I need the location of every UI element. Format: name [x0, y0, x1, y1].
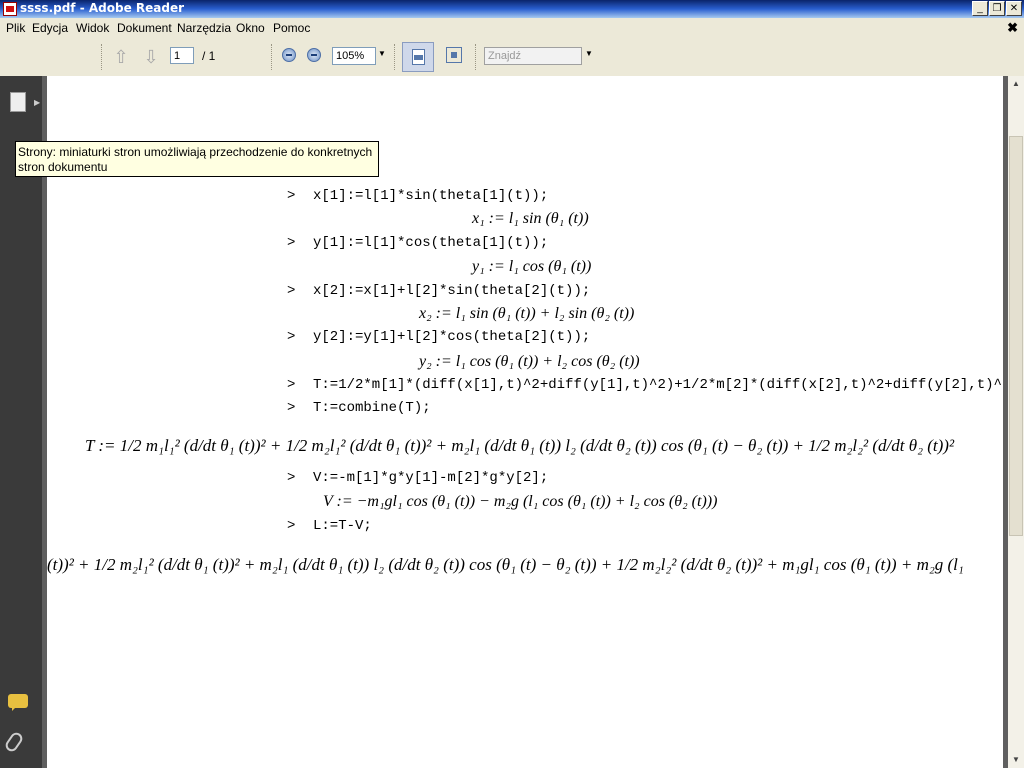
- maple-output: V := −m₁gl₁ cos (θ₁ (t)) − m₂g (l₁ cos (…: [323, 493, 718, 510]
- maple-command: T:=combine(T);: [313, 400, 431, 416]
- menu-narzedzia[interactable]: Narzędzia: [177, 21, 231, 35]
- maple-prompt: >: [287, 188, 296, 204]
- toolbar-grip[interactable]: [475, 44, 479, 70]
- maple-prompt: >: [287, 329, 296, 345]
- toolbar: ⇧ ⇩ 1 / 1 105% ▼ Znajdź ▼: [0, 38, 1024, 77]
- maple-output: (t))² + 1/2 m₂l₁² (d/dt θ₁ (t))² + m₂l₁ …: [47, 555, 964, 574]
- adobe-reader-icon: [3, 2, 17, 16]
- close-document-button[interactable]: ✖: [1007, 20, 1018, 36]
- maple-output: T := 1/2 m₁l₁² (d/dt θ₁ (t))² + 1/2 m₂l₁…: [85, 436, 955, 455]
- window-title: ssss.pdf - Adobe Reader: [20, 1, 185, 15]
- comment-icon[interactable]: [8, 694, 28, 711]
- menu-dokument[interactable]: Dokument: [117, 21, 172, 35]
- maple-prompt: >: [287, 377, 296, 393]
- menu-plik[interactable]: Plik: [6, 21, 25, 35]
- maple-output: x₁ := l₁ sin (θ₁ (t)): [472, 210, 589, 227]
- scrollbar-thumb[interactable]: [1009, 136, 1023, 536]
- maple-command: y[2]:=y[1]+l[2]*cos(theta[2](t));: [313, 329, 591, 345]
- scroll-up-icon[interactable]: ▲: [1008, 76, 1024, 92]
- maple-output: y₁ := l₁ cos (θ₁ (t)): [472, 258, 592, 275]
- pages-icon[interactable]: [7, 92, 26, 116]
- maple-command: x[2]:=x[1]+l[2]*sin(theta[2](t));: [313, 283, 591, 299]
- zoom-in-icon[interactable]: [307, 48, 321, 62]
- close-button[interactable]: ✕: [1006, 1, 1022, 16]
- maple-prompt: >: [287, 470, 296, 486]
- page-total: / 1: [202, 49, 216, 63]
- fit-window-icon[interactable]: [446, 47, 462, 63]
- navigation-panel: ▶: [0, 76, 42, 768]
- menu-okno[interactable]: Okno: [236, 21, 265, 35]
- zoom-out-icon[interactable]: [282, 48, 296, 62]
- chevron-right-icon[interactable]: ▶: [34, 98, 40, 107]
- pages-tooltip: Strony: miniaturki stron umożliwiają prz…: [15, 141, 379, 177]
- fit-width-button[interactable]: [402, 42, 434, 72]
- maple-output: x₂ := l₁ sin (θ₁ (t)) + l₂ sin (θ₂ (t)): [419, 305, 635, 322]
- maple-command: L:=T-V;: [313, 518, 372, 534]
- maple-command: x[1]:=l[1]*sin(theta[1](t));: [313, 188, 549, 204]
- restore-button[interactable]: ❐: [989, 1, 1005, 16]
- maple-prompt: >: [287, 235, 296, 251]
- search-input[interactable]: Znajdź: [484, 47, 582, 65]
- chevron-down-icon[interactable]: ▼: [585, 49, 593, 58]
- maple-command: y[1]:=l[1]*cos(theta[1](t));: [313, 235, 549, 251]
- maple-prompt: >: [287, 283, 296, 299]
- attachment-icon[interactable]: [3, 730, 25, 754]
- minimize-button[interactable]: _: [972, 1, 988, 16]
- maple-command: T:=1/2*m[1]*(diff(x[1],t)^2+diff(y[1],t)…: [313, 377, 1002, 393]
- toolbar-grip[interactable]: [271, 44, 275, 70]
- menu-pomoc[interactable]: Pomoc: [273, 21, 310, 35]
- maple-prompt: >: [287, 518, 296, 534]
- maple-output: y₂ := l₁ cos (θ₁ (t)) + l₂ cos (θ₂ (t)): [419, 353, 640, 370]
- page-number-input[interactable]: 1: [170, 47, 194, 64]
- menu-widok[interactable]: Widok: [76, 21, 109, 35]
- arrow-down-icon[interactable]: ⇩: [141, 47, 161, 67]
- menu-edycja[interactable]: Edycja: [32, 21, 68, 35]
- toolbar-grip[interactable]: [101, 44, 105, 70]
- fit-width-icon: [412, 49, 425, 65]
- vertical-scrollbar[interactable]: ▲ ▼: [1008, 76, 1024, 768]
- maple-command: V:=-m[1]*g*y[1]-m[2]*g*y[2];: [313, 470, 549, 486]
- title-bar: ssss.pdf - Adobe Reader _ ❐ ✕: [0, 0, 1024, 18]
- chevron-down-icon[interactable]: ▼: [378, 49, 386, 58]
- toolbar-grip[interactable]: [394, 44, 398, 70]
- document-area[interactable]: > x[1]:=l[1]*sin(theta[1](t)); x₁ := l₁ …: [42, 76, 1008, 768]
- menu-bar: Plik Edycja Widok Dokument Narzędzia Okn…: [0, 18, 1024, 38]
- maple-prompt: >: [287, 400, 296, 416]
- scroll-down-icon[interactable]: ▼: [1008, 752, 1024, 768]
- zoom-select[interactable]: 105%: [332, 47, 376, 65]
- arrow-up-icon[interactable]: ⇧: [111, 47, 131, 67]
- pdf-page: > x[1]:=l[1]*sin(theta[1](t)); x₁ := l₁ …: [47, 76, 1003, 768]
